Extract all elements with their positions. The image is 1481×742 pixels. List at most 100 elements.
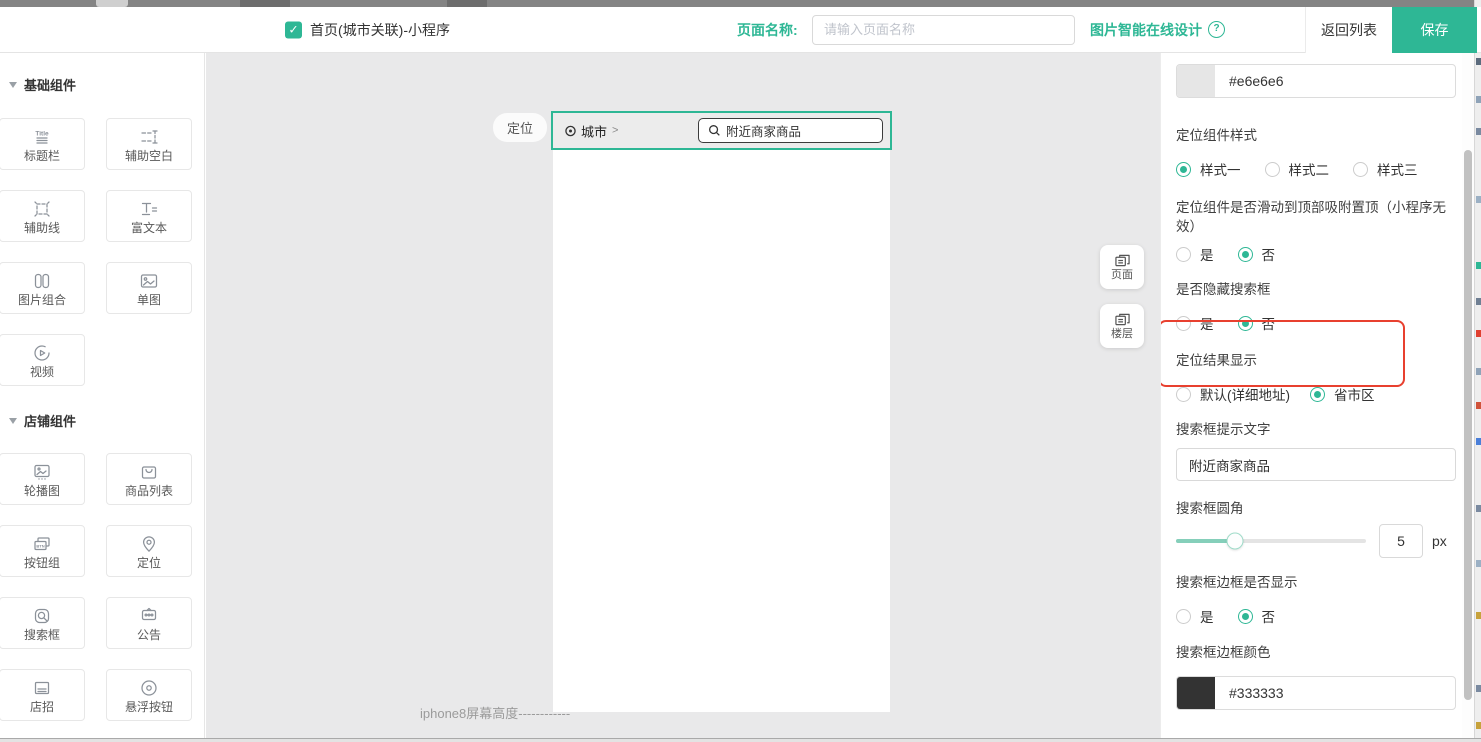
location-component-selected[interactable]: 城市 > 附近商家商品 — [551, 111, 892, 150]
radio-result-default[interactable]: 默认(详细地址) — [1176, 384, 1290, 404]
radio-style-2[interactable]: 样式二 — [1265, 159, 1330, 179]
radio-sticky-no[interactable]: 否 — [1238, 244, 1276, 264]
item-label: 视频 — [30, 366, 54, 378]
shop-components-grid: 轮播图 商品列表 BTN 按钮组 定位 搜索框 — [0, 453, 204, 742]
top-toolbar: ✓ 首页(城市关联)-小程序 页面名称: 图片智能在线设计 ? 返回列表 保存 — [0, 7, 1481, 53]
item-label: 富文本 — [131, 222, 167, 234]
sidebar-item-rich-text[interactable]: 富文本 — [106, 190, 192, 242]
radio-icon — [1265, 162, 1280, 177]
aux-blank-icon — [139, 127, 159, 147]
page-name-input[interactable] — [812, 15, 1075, 45]
section-shop-components[interactable]: 店铺组件 — [0, 411, 204, 430]
panel-scrollbar-track[interactable] — [1462, 53, 1474, 742]
strip-fragment — [1476, 685, 1481, 692]
section-basic-components[interactable]: 基础组件 — [0, 75, 204, 94]
radio-label: 样式一 — [1200, 159, 1241, 179]
page-checkbox[interactable]: ✓ — [285, 21, 302, 38]
back-to-list-button[interactable]: 返回列表 — [1306, 7, 1392, 53]
radio-style-1[interactable]: 样式一 — [1176, 159, 1241, 179]
sidebar-item-store-sign[interactable]: 店招 — [0, 669, 85, 721]
collapse-arrow-icon — [9, 418, 17, 424]
item-label: 标题栏 — [24, 150, 60, 162]
radio-icon — [1176, 316, 1191, 331]
layers-icon — [1114, 312, 1131, 327]
sidebar-item-title-bar[interactable]: Title 标题栏 — [0, 118, 85, 170]
radio-result-province[interactable]: 省市区 — [1310, 384, 1375, 404]
strip-fragment — [1476, 722, 1481, 729]
top-color-field[interactable]: #e6e6e6 — [1176, 64, 1456, 98]
aux-line-icon — [32, 199, 52, 219]
radio-label: 样式三 — [1377, 159, 1418, 179]
item-label: 定位 — [137, 557, 161, 569]
border-color-field[interactable]: #333333 — [1176, 676, 1456, 710]
sidebar-item-button-group[interactable]: BTN 按钮组 — [0, 525, 85, 577]
settings-panel: #e6e6e6 定位组件样式 样式一 样式二 样式三 定位组件是否滑动到顶部吸附… — [1160, 53, 1462, 742]
background-window-strip — [1474, 0, 1481, 742]
sidebar-item-single-image[interactable]: 单图 — [106, 262, 192, 314]
sidebar-item-aux-blank[interactable]: 辅助空白 — [106, 118, 192, 170]
search-radius-slider[interactable] — [1176, 539, 1366, 543]
strip-fragment — [1476, 438, 1481, 445]
radio-label: 默认(详细地址) — [1200, 384, 1290, 404]
help-icon[interactable]: ? — [1208, 21, 1225, 38]
page-settings-button[interactable]: 页面 — [1100, 245, 1144, 289]
sidebar-item-video[interactable]: 视频 — [0, 334, 85, 386]
sidebar-item-search-box[interactable]: 搜索框 — [0, 597, 85, 649]
sidebar-item-float-button[interactable]: 悬浮按钮 — [106, 669, 192, 721]
save-button[interactable]: 保存 — [1392, 7, 1477, 53]
page-name-label: 页面名称: — [737, 20, 798, 40]
browser-tab-fragment — [96, 0, 128, 7]
sidebar-item-image-group[interactable]: 图片组合 — [0, 262, 85, 314]
item-label: 轮播图 — [24, 485, 60, 497]
radio-hide-yes[interactable]: 是 — [1176, 313, 1214, 333]
design-canvas[interactable]: iphone8屏幕高度------------ 定位 城市 > 附近商家商品 页… — [206, 53, 1160, 742]
radio-icon — [1176, 247, 1191, 262]
browser-strip-smudge — [447, 0, 487, 7]
strip-fragment — [1476, 128, 1481, 135]
search-radius-label: 搜索框圆角 — [1176, 499, 1456, 518]
city-location-icon — [564, 124, 577, 137]
sidebar-item-notice[interactable]: 公告 — [106, 597, 192, 649]
slider-handle[interactable] — [1226, 533, 1243, 550]
browser-window-strip — [0, 0, 1474, 7]
search-radius-input[interactable] — [1379, 524, 1423, 558]
collapse-arrow-icon — [9, 82, 17, 88]
style-radio-group: 样式一 样式二 样式三 — [1176, 159, 1456, 179]
search-icon — [708, 124, 721, 137]
radio-border-no[interactable]: 否 — [1238, 606, 1276, 626]
radio-label: 否 — [1262, 606, 1276, 626]
sidebar-item-product-list[interactable]: 商品列表 — [106, 453, 192, 505]
item-label: 商品列表 — [125, 485, 173, 497]
sidebar-item-location[interactable]: 定位 — [106, 525, 192, 577]
border-show-radio-group: 是 否 — [1176, 606, 1456, 626]
radio-style-3[interactable]: 样式三 — [1353, 159, 1418, 179]
preview-search-box[interactable]: 附近商家商品 — [698, 118, 883, 143]
radio-icon — [1176, 609, 1191, 624]
radio-sticky-yes[interactable]: 是 — [1176, 244, 1214, 264]
city-selector[interactable]: 城市 > — [564, 121, 618, 140]
radio-label: 省市区 — [1334, 384, 1375, 404]
radio-hide-no[interactable]: 否 — [1238, 313, 1276, 333]
radio-border-yes[interactable]: 是 — [1176, 606, 1214, 626]
strip-fragment — [1476, 612, 1481, 619]
radio-icon — [1238, 316, 1253, 331]
page-checkbox-label: 首页(城市关联)-小程序 — [310, 20, 450, 40]
panel-scrollbar-thumb[interactable] — [1464, 150, 1472, 700]
smart-design-link[interactable]: 图片智能在线设计 ? — [1090, 20, 1225, 40]
item-label: 辅助线 — [24, 222, 60, 234]
item-label: 店招 — [30, 701, 54, 713]
screen-height-note: iphone8屏幕高度------------ — [420, 703, 570, 722]
sidebar-item-carousel[interactable]: 轮播图 — [0, 453, 85, 505]
item-label: 按钮组 — [24, 557, 60, 569]
color-swatch[interactable] — [1177, 677, 1215, 709]
sidebar-item-aux-line[interactable]: 辅助线 — [0, 190, 85, 242]
radio-label: 是 — [1200, 606, 1214, 626]
color-swatch[interactable] — [1177, 65, 1215, 97]
phone-preview-body[interactable] — [553, 150, 890, 712]
search-hint-input[interactable] — [1176, 448, 1456, 481]
radio-label: 样式二 — [1289, 159, 1330, 179]
location-result-label: 定位结果显示 — [1176, 351, 1456, 370]
color-value: #e6e6e6 — [1215, 73, 1284, 89]
floor-settings-button[interactable]: 楼层 — [1100, 304, 1144, 348]
float-button-icon — [139, 678, 159, 698]
